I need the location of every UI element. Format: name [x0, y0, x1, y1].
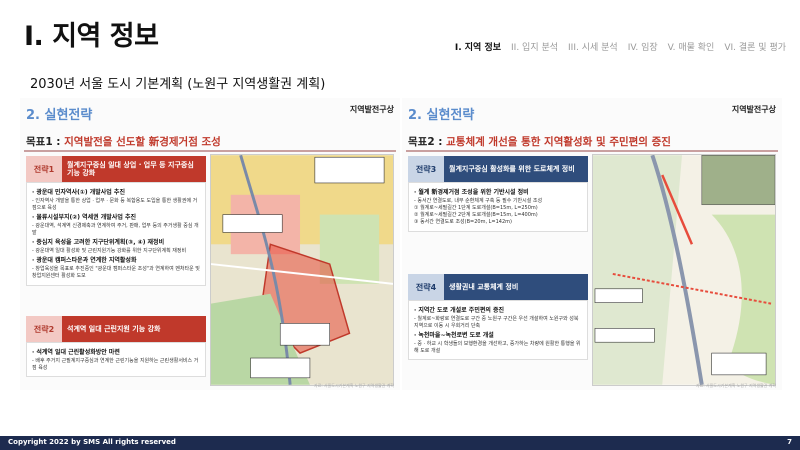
divider — [406, 150, 778, 152]
district-map — [210, 154, 394, 386]
bullet-detail: - 광운대역, 석계역 신경제축과 연계하여 주거, 판매, 업무 등의 주거생… — [32, 222, 199, 237]
bullet: · 석계역 일대 근린활성화방안 마련 — [32, 349, 120, 356]
bullet: · 광운대 캠퍼스타운과 연계한 지역활성화 — [32, 257, 137, 265]
bullet: · 월계 新경제거점 조성을 위한 기반시설 정비 — [414, 189, 529, 196]
page-title: I. 지역 정보 — [24, 21, 159, 52]
right-strategy-panel: 2. 실현전략 지역발전구상 목표2 : 교통체계 개선을 통한 지역활성화 및… — [402, 98, 782, 390]
strategy-2: 전략2 석계역 일대 근린지원 기능 강화 · 석계역 일대 근린활성화방안 마… — [26, 316, 206, 378]
strategy-title: 월계지구중심 활성화를 위한 도로체계 정비 — [444, 156, 588, 182]
strategy-title: 생활권내 교통체계 정비 — [444, 274, 588, 300]
goal-prefix: 목표2 : — [408, 136, 447, 148]
bullet: · 지역간 도로 개설로 주민편의 증진 — [414, 307, 505, 314]
strategy-body: · 월계 新경제거점 조성을 위한 기반시설 정비 - 동서간 연결도로, 내부… — [408, 182, 588, 232]
section-subtitle: 2030년 서울 도시 기본계획 (노원구 지역생활권 계획) — [30, 77, 326, 92]
strategy-body: · 석계역 일대 근린활성화방안 마련 - 배후 주거지 근필계지구중심과 연계… — [26, 342, 206, 378]
goal-title: 목표2 : 교통체계 개선을 통한 지역활성화 및 주민편의 증진 — [408, 134, 671, 149]
source-note: 자료: 서울도시기본계획 노원구 지역생활권 계획 — [695, 383, 776, 388]
goal-text: 교통체계 개선을 통한 지역활성화 및 주민편의 증진 — [446, 136, 671, 148]
strategy-body: · 지역간 도로 개설로 주민편의 증진 - 월계로~화랑로 연결도로 구간 중… — [408, 300, 588, 361]
panel-heading: 2. 실현전략 — [408, 108, 475, 123]
bullet: · 광운대 민자역사(①) 개발사업 추진 — [32, 189, 125, 196]
goal-text: 지역발전을 선도할 新경제거점 조성 — [64, 136, 221, 148]
bullet-detail: - 인자역사 개발을 통한 상업 · 업무 · 문화 등 복합용도 도입을 통한… — [32, 197, 198, 211]
bullet-detail: - 광운대역 일대 활성화 및 근린지원기능 강화를 위한 지구단위계획 재정비 — [32, 248, 187, 255]
bullet-detail: - 배후 주거지 근필계지구중심과 연계한 근린기능을 지원하는 근린생활서비스… — [32, 357, 199, 371]
copyright-text: Copyright 2022 by SMS All rights reserve… — [8, 438, 176, 446]
strategy-tag: 전략4 — [408, 274, 444, 300]
footer: Copyright 2022 by SMS All rights reserve… — [0, 436, 800, 450]
strategy-3: 전략3 월계지구중심 활성화를 위한 도로체계 정비 · 월계 新경제거점 조성… — [408, 156, 588, 232]
source-note: 자료: 서울도시기본계획 노원구 지역생활권 계획 — [313, 383, 394, 388]
transport-map — [592, 154, 776, 386]
bullet-detail: - 창업육성을 목표로 추진중인 "광운대 캠퍼스타운 조성"과 연계하여 벤처… — [32, 266, 200, 280]
panel-tag: 지역발전구상 — [349, 105, 394, 114]
nav-item-price[interactable]: III. 시세 분석 — [568, 40, 618, 53]
goal-prefix: 목표1 : — [26, 136, 65, 148]
bullet-detail: - 월계로~화랑로 연결도로 구간 중 노원구 구간은 우선 개설하여 노원구와… — [414, 315, 579, 329]
panel-heading: 2. 실현전략 — [26, 108, 93, 123]
strategy-tag: 전략2 — [26, 316, 62, 342]
nav-item-field[interactable]: IV. 임장 — [628, 40, 658, 53]
bullet: · 중심지 육성을 고려한 지구단위계획(③, ④) 재정비 — [32, 239, 165, 247]
nav-item-conclusion[interactable]: VI. 결론 및 평가 — [724, 40, 786, 53]
bullet: · 녹천마을~녹천로변 도로 개설 — [414, 332, 494, 340]
nav-item-listing[interactable]: V. 매물 확인 — [668, 40, 715, 53]
panel-tag: 지역발전구상 — [731, 105, 776, 114]
strategy-4: 전략4 생활권내 교통체계 정비 · 지역간 도로 개설로 주민편의 증진 - … — [408, 274, 588, 361]
nav-item-region[interactable]: I. 지역 정보 — [455, 40, 501, 53]
bullet-detail: - 동서간 연결도로, 내부 순환체계 구축 등 필수 기반시설 조성 — [414, 197, 543, 204]
divider — [24, 150, 396, 152]
goal-title: 목표1 : 지역발전을 선도할 新경제거점 조성 — [26, 134, 221, 149]
bullet-detail: ③ 동서간 연결도로 조성(B=20m, L=142m) — [414, 219, 512, 226]
bullet: · 물류시설부지(②) 역세권 개발사업 추진 — [32, 214, 136, 222]
bullet-detail: - 중 · 하교 시 학생들의 보행환경을 개선하고, 증가하는 차량에 원활한… — [414, 340, 581, 355]
section-nav: I. 지역 정보 II. 입지 분석 III. 시세 분석 IV. 임장 V. … — [455, 40, 786, 53]
left-strategy-panel: 2. 실현전략 지역발전구상 목표1 : 지역발전을 선도할 新경제거점 조성 … — [20, 98, 400, 390]
strategy-body: · 광운대 민자역사(①) 개발사업 추진 - 인자역사 개발을 통한 상업 ·… — [26, 182, 206, 286]
strategy-tag: 전략1 — [26, 156, 62, 182]
nav-item-location[interactable]: II. 입지 분석 — [511, 40, 558, 53]
page-number: 7 — [787, 438, 792, 446]
strategy-title: 월계지구중심 일대 상업 · 업무 등 지구중심 기능 강화 — [62, 156, 206, 182]
strategy-title: 석계역 일대 근린지원 기능 강화 — [62, 316, 206, 342]
strategy-tag: 전략3 — [408, 156, 444, 182]
strategy-1: 전략1 월계지구중심 일대 상업 · 업무 등 지구중심 기능 강화 · 광운대… — [26, 156, 206, 286]
